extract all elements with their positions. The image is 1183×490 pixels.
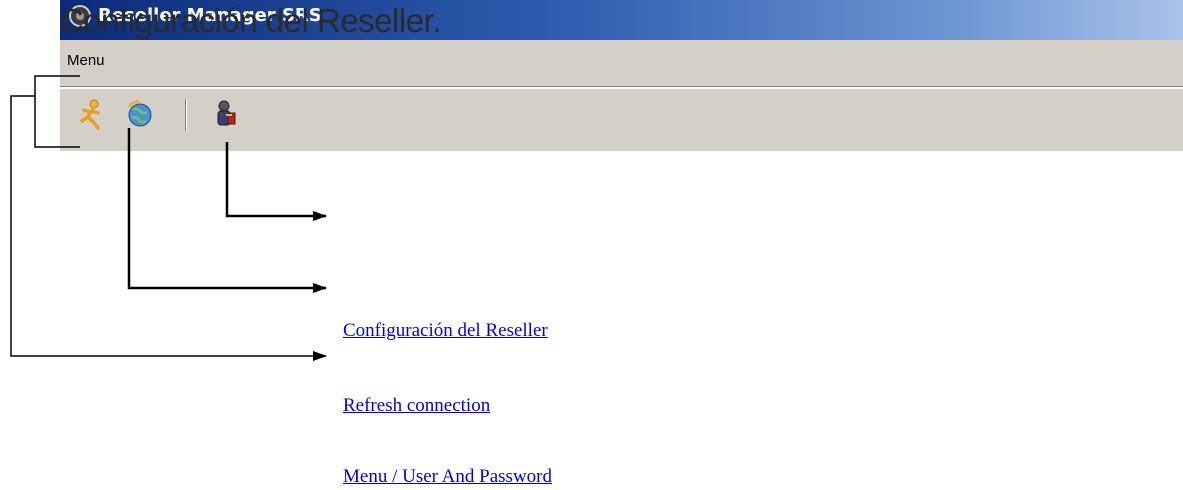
menu-bracket-line [34,75,80,148]
link-refresh-connection[interactable]: Refresh connection [343,395,490,417]
link-user-password-group: Menu / User And Password [343,466,552,488]
callout-lines [10,75,327,361]
link-user-and-password[interactable]: User And Password [402,466,552,487]
link-separator: / [387,466,403,487]
callout-line-user-password [225,142,327,221]
link-menu[interactable]: Menu [343,466,387,487]
link-reseller-config[interactable]: Configuración del Reseller [343,320,548,342]
callout-line-reseller-config [10,95,327,361]
